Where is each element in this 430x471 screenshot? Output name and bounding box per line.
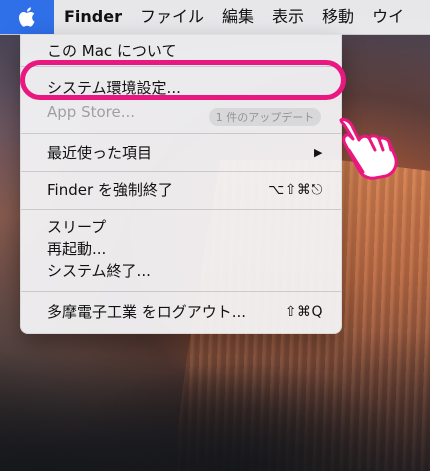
menu-item-shutdown[interactable]: システム終了... — [21, 260, 341, 282]
menu-window[interactable]: ウイ — [363, 0, 413, 34]
menu-finder[interactable]: Finder — [54, 0, 131, 34]
menu-item-logout[interactable]: 多摩電子工業 をログアウト... ⇧⌘Q — [21, 299, 341, 325]
menu-edit[interactable]: 編集 — [213, 0, 263, 34]
menu-separator — [21, 291, 341, 292]
menu-separator — [21, 209, 341, 210]
menu-item-force-quit-label: Finder を強制終了 — [47, 181, 173, 199]
menu-separator — [21, 133, 341, 134]
apple-menu-button[interactable] — [0, 0, 54, 34]
menu-item-sleep[interactable]: スリープ — [21, 216, 341, 238]
menu-item-recent-items[interactable]: 最近使った項目 ▶ — [21, 140, 341, 166]
logout-shortcut: ⇧⌘Q — [284, 304, 323, 320]
submenu-arrow-icon: ▶ — [314, 146, 323, 159]
menu-item-sleep-label: スリープ — [47, 218, 107, 236]
menu-item-logout-label: 多摩電子工業 をログアウト... — [47, 303, 247, 321]
menu-item-app-store-label: App Store... — [47, 103, 136, 121]
menu-go[interactable]: 移動 — [313, 0, 363, 34]
menu-item-force-quit[interactable]: Finder を強制終了 ⌥⇧⌘⎋ — [21, 177, 341, 203]
annotation-highlight — [20, 60, 346, 100]
menu-item-recent-items-label: 最近使った項目 — [47, 144, 153, 162]
pointing-hand-icon — [335, 110, 405, 180]
menu-item-restart[interactable]: 再起動... — [21, 238, 341, 260]
menu-bar: Finder ファイル 編集 表示 移動 ウイ — [0, 0, 430, 35]
menu-item-shutdown-label: システム終了... — [47, 262, 151, 280]
force-quit-shortcut: ⌥⇧⌘⎋ — [268, 182, 323, 198]
wallpaper-trees — [0, 331, 430, 471]
menu-file[interactable]: ファイル — [131, 0, 213, 34]
app-store-update-badge: 1 件のアップデート — [209, 108, 321, 126]
apple-icon — [17, 6, 37, 28]
menu-view[interactable]: 表示 — [263, 0, 313, 34]
menu-separator — [21, 171, 341, 172]
menu-item-restart-label: 再起動... — [47, 240, 107, 258]
